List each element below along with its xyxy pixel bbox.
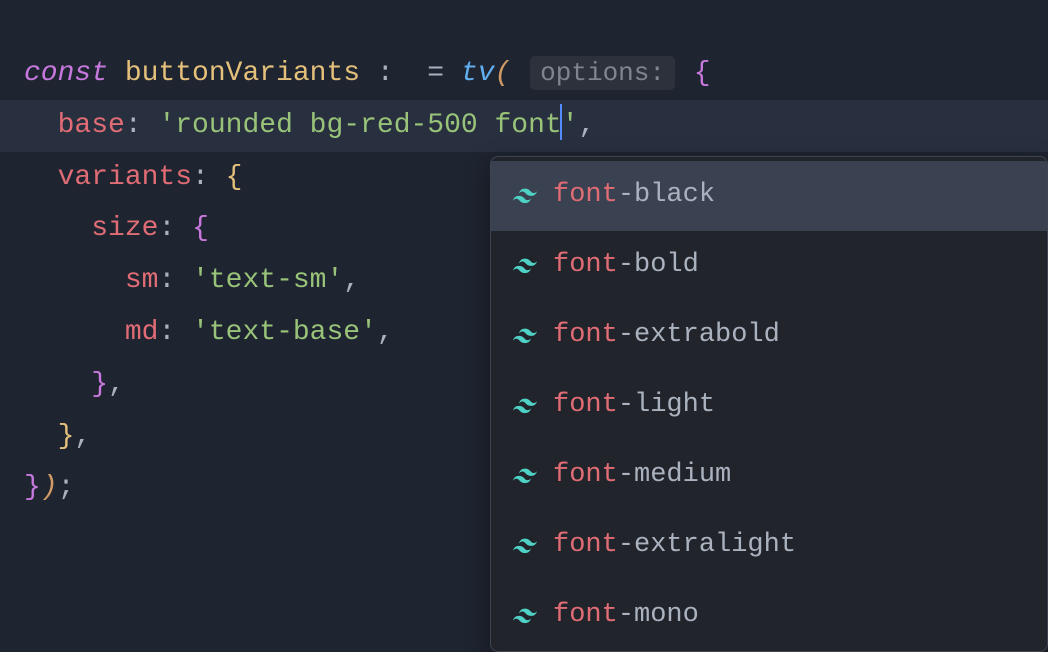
code-line-2: base: 'rounded bg-red-500 font', bbox=[24, 100, 1024, 152]
string-base-value: 'rounded bg-red-500 font bbox=[158, 110, 561, 141]
string-text-base: 'text-base' bbox=[192, 317, 377, 348]
autocomplete-item-font-medium[interactable]: font-medium bbox=[491, 441, 1047, 511]
autocomplete-item-font-light[interactable]: font-light bbox=[491, 371, 1047, 441]
autocomplete-label: font-medium bbox=[553, 451, 731, 501]
autocomplete-item-font-mono[interactable]: font-mono bbox=[491, 581, 1047, 651]
function-tv: tv bbox=[461, 58, 495, 89]
tailwind-icon bbox=[513, 254, 537, 278]
autocomplete-popup[interactable]: font-black font-bold font-extrabold font-li… bbox=[490, 156, 1048, 652]
property-base: base bbox=[58, 110, 125, 141]
autocomplete-label: font-light bbox=[553, 381, 715, 431]
autocomplete-label: font-extrabold bbox=[553, 311, 780, 361]
tailwind-icon bbox=[513, 534, 537, 558]
autocomplete-label: font-bold bbox=[553, 241, 699, 291]
tailwind-icon bbox=[513, 604, 537, 628]
code-editor[interactable]: const buttonVariants : = tv( options: { … bbox=[0, 0, 1048, 514]
autocomplete-label: font-black bbox=[553, 171, 715, 221]
tailwind-icon bbox=[513, 184, 537, 208]
property-sm: sm bbox=[125, 265, 159, 296]
autocomplete-item-font-extrabold[interactable]: font-extrabold bbox=[491, 301, 1047, 371]
keyword-const: const bbox=[24, 58, 108, 89]
autocomplete-item-font-black[interactable]: font-black bbox=[491, 161, 1047, 231]
autocomplete-item-font-extralight[interactable]: font-extralight bbox=[491, 511, 1047, 581]
property-variants: variants bbox=[58, 162, 192, 193]
string-text-sm: 'text-sm' bbox=[192, 265, 343, 296]
autocomplete-label: font-extralight bbox=[553, 521, 796, 571]
property-size: size bbox=[91, 213, 158, 244]
tailwind-icon bbox=[513, 324, 537, 348]
property-md: md bbox=[125, 317, 159, 348]
autocomplete-label: font-mono bbox=[553, 591, 699, 641]
code-line-1: const buttonVariants : = tv( options: { bbox=[24, 48, 1024, 100]
inlay-hint-options: options: bbox=[530, 56, 675, 90]
tailwind-icon bbox=[513, 464, 537, 488]
autocomplete-item-font-bold[interactable]: font-bold bbox=[491, 231, 1047, 301]
identifier-buttonvariants: buttonVariants bbox=[125, 58, 360, 89]
tailwind-icon bbox=[513, 394, 537, 418]
